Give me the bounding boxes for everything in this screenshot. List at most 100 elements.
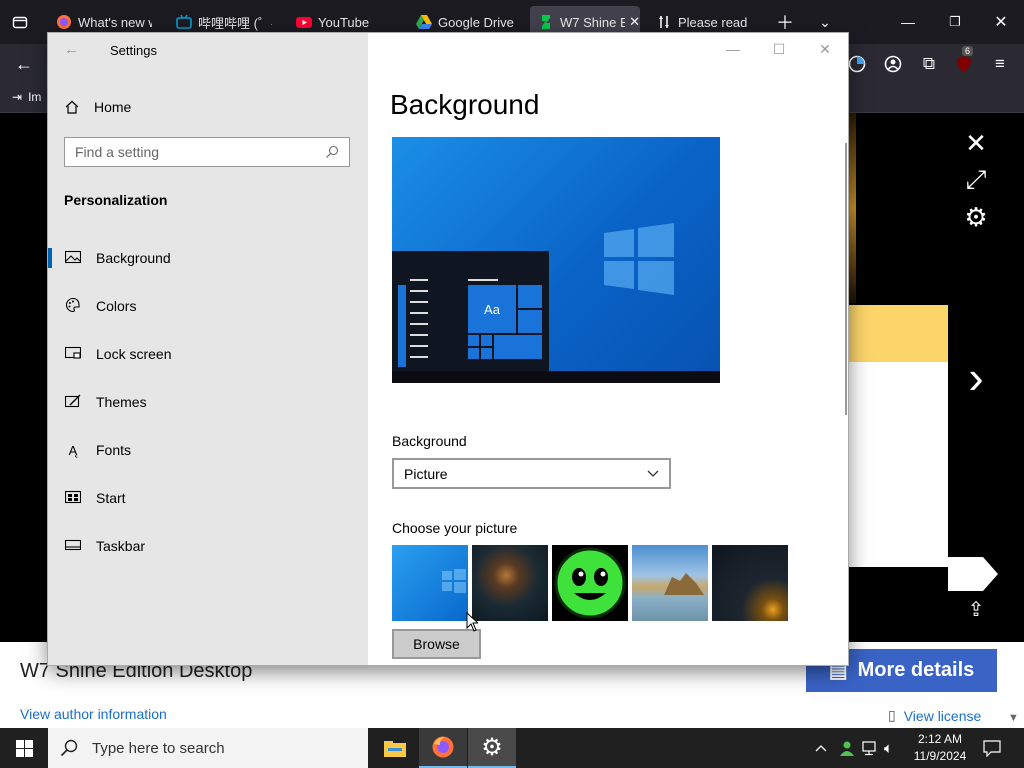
preview-card-header <box>848 305 948 362</box>
author-link[interactable]: View author information <box>20 706 167 722</box>
nav-taskbar[interactable]: Taskbar <box>48 528 368 564</box>
find-setting-input[interactable]: Find a setting <box>64 137 350 167</box>
chevron-down-icon <box>647 470 659 477</box>
nav-home[interactable]: Home <box>64 95 131 119</box>
gear-icon[interactable]: ⚙ <box>956 202 996 233</box>
nav-colors[interactable]: Colors <box>48 288 368 324</box>
github-icon <box>656 14 672 30</box>
wallpaper-edge <box>848 113 856 303</box>
themes-icon <box>64 394 82 411</box>
expand-icon[interactable]: ⤢ <box>956 164 996 196</box>
clock-date: 11/9/2024 <box>913 749 967 763</box>
gear-icon: ⚙ <box>481 733 503 761</box>
home-icon <box>65 100 79 114</box>
nav-background[interactable]: Background <box>48 240 368 276</box>
firefox-taskbar-button[interactable] <box>419 728 467 768</box>
taskbar-clock[interactable]: 2:12 AM 11/9/2024 <box>906 731 974 765</box>
preview-tile <box>468 348 479 359</box>
maximize-icon[interactable]: ☐ <box>756 37 802 61</box>
download-icon[interactable]: ⤓ <box>956 560 996 586</box>
preview-header-line <box>468 279 498 281</box>
nav-lock-screen[interactable]: Lock screen <box>48 336 368 372</box>
chevron-right-icon[interactable]: › <box>956 350 996 404</box>
preview-list <box>410 279 428 367</box>
scroll-down-icon[interactable]: ▼ <box>1008 712 1019 724</box>
youtube-icon <box>296 14 312 30</box>
preview-tile <box>518 310 542 333</box>
desktop-preview: Aa <box>392 137 720 383</box>
minimize-icon[interactable]: — <box>710 37 756 61</box>
chevron-down-icon[interactable]: ⌄ <box>811 8 839 36</box>
notifications-icon[interactable] <box>983 728 1001 768</box>
people-tray-icon[interactable] <box>838 728 856 768</box>
back-arrow-icon[interactable]: ← <box>64 41 79 58</box>
clock-time: 2:12 AM <box>917 732 963 746</box>
license-icon: ▯ <box>888 707 896 723</box>
start-icon <box>64 490 82 507</box>
nav-start[interactable]: Start <box>48 480 368 516</box>
extensions-puzzle-icon[interactable]: ⧉ <box>915 50 943 78</box>
preview-sample-tile: Aa <box>468 285 516 333</box>
bookmark-import[interactable]: ⇥ Im <box>12 90 41 104</box>
close-icon[interactable]: ✕ <box>802 37 848 61</box>
taskbar-icon <box>64 538 82 554</box>
new-tab-icon[interactable]: ＋ <box>771 8 799 36</box>
wallpaper-thumb-beach[interactable] <box>632 545 708 621</box>
wallpaper-thumb-windows[interactable] <box>392 545 468 621</box>
tab-list-icon[interactable] <box>6 8 34 36</box>
bilibili-icon <box>176 14 192 30</box>
firefox-icon <box>432 736 454 758</box>
settings-taskbar-button[interactable]: ⚙ <box>468 728 516 768</box>
start-button[interactable] <box>0 728 48 768</box>
lock-screen-icon <box>64 346 82 363</box>
browse-button[interactable]: Browse <box>392 629 481 659</box>
file-explorer-button[interactable] <box>371 728 419 768</box>
background-label: Background <box>392 433 467 449</box>
taskbar-search[interactable]: Type here to search <box>48 728 368 768</box>
back-arrow-icon[interactable]: ← <box>10 50 38 78</box>
tab-label: What's new w <box>78 14 152 30</box>
windows-logo-icon <box>604 223 674 295</box>
import-icon: ⇥ <box>12 90 23 104</box>
google-drive-icon <box>416 14 432 30</box>
preview-tile <box>481 348 492 359</box>
license-link[interactable]: ▯ View license <box>888 707 981 724</box>
settings-sidebar: ← Settings Home Find a setting Personali… <box>48 33 368 665</box>
preview-rail <box>398 285 406 367</box>
tab-label: Please read <box>678 14 748 30</box>
ublock-shield-icon[interactable]: 6 <box>950 46 978 78</box>
wallpaper-thumb-smiley[interactable] <box>552 545 628 621</box>
nav-themes[interactable]: Themes <box>48 384 368 420</box>
search-icon <box>60 739 78 757</box>
preview-start-menu: Aa <box>392 251 549 371</box>
mouse-cursor-icon <box>466 612 478 632</box>
preview-tile <box>518 285 542 308</box>
network-icon[interactable] <box>862 728 880 768</box>
minimize-window-icon[interactable]: — <box>894 8 922 36</box>
settings-window: ← Settings Home Find a setting Personali… <box>48 33 848 665</box>
close-viewer-icon[interactable]: ✕ <box>956 128 996 159</box>
wallpaper-thumb-character[interactable] <box>472 545 548 621</box>
fonts-icon: Ą <box>68 442 78 458</box>
restore-window-icon[interactable]: ❐ <box>941 8 969 36</box>
account-icon[interactable] <box>879 50 907 78</box>
windows-logo-icon <box>15 739 33 757</box>
tab-label: YouTube <box>318 14 370 30</box>
tab-label: 哔哩哔哩 (゜- <box>198 15 272 31</box>
deviantart-icon <box>538 14 554 30</box>
palette-icon <box>64 297 82 316</box>
firefox-icon <box>56 14 72 30</box>
background-type-select[interactable]: Picture <box>392 458 671 489</box>
windows-taskbar: Type here to search ⚙ 🔈︎ 2:12 AM 11/9/20… <box>0 728 1024 768</box>
search-icon <box>326 145 339 158</box>
nav-fonts[interactable]: Ą Fonts <box>48 432 368 468</box>
show-hidden-icons-chevron[interactable] <box>815 728 827 768</box>
scrollbar[interactable] <box>845 143 847 415</box>
windows-logo-icon <box>442 569 466 593</box>
close-window-icon[interactable]: ✕ <box>987 8 1015 36</box>
volume-icon[interactable]: 🔈︎ <box>884 728 893 768</box>
wallpaper-thumb-night-sky[interactable] <box>712 545 788 621</box>
close-tab-icon[interactable]: ✕ <box>629 14 640 30</box>
menu-hamburger-icon[interactable]: ≡ <box>986 50 1014 78</box>
share-icon[interactable]: ⇪ <box>956 597 996 622</box>
